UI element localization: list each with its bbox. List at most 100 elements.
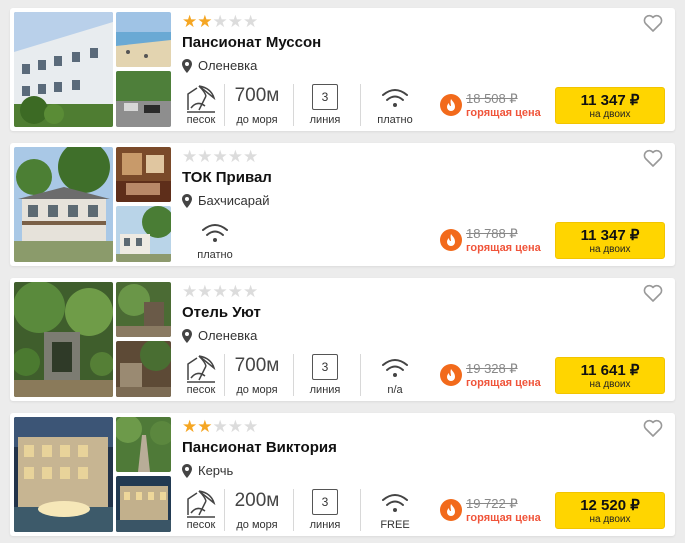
- star-icon: ★: [182, 147, 198, 166]
- distance-value: 200м: [234, 490, 280, 511]
- hotel-name[interactable]: Отель Уют: [182, 304, 261, 321]
- hotel-thumb-photo[interactable]: [116, 206, 171, 262]
- wifi-icon: [382, 359, 408, 377]
- hotel-thumb-photo[interactable]: [116, 71, 171, 127]
- price-button[interactable]: 12 520 ₽ на двоих: [555, 492, 665, 529]
- distance-caption: до моря: [236, 384, 278, 396]
- star-icon: ★: [227, 282, 243, 301]
- star-icon: ★: [197, 417, 213, 436]
- hotel-name[interactable]: Пансионат Муссон: [182, 34, 321, 51]
- location-pin-icon: [182, 463, 192, 478]
- star-icon: ★: [182, 12, 198, 31]
- star-icon: ★: [227, 12, 243, 31]
- line-number: 3: [312, 84, 338, 110]
- price-subtitle: на двоих: [589, 109, 631, 120]
- star-icon: ★: [197, 282, 213, 301]
- price-value: 12 520 ₽: [580, 497, 640, 514]
- price-value: 11 641 ₽: [580, 362, 640, 379]
- star-icon: ★: [243, 12, 259, 31]
- beach-type: песок: [182, 84, 220, 128]
- hotel-thumb-photo[interactable]: [116, 476, 171, 532]
- wifi-info: n/a: [370, 354, 420, 398]
- hotel-card[interactable]: ★ ★ ★ ★ ★ Пансионат Виктория Керчь песок…: [10, 413, 675, 536]
- wifi-label: платно: [197, 249, 233, 261]
- line-caption: линия: [309, 519, 341, 531]
- divider: [360, 354, 361, 396]
- wifi-info: FREE: [370, 489, 420, 533]
- heart-icon[interactable]: [643, 14, 663, 32]
- divider: [224, 84, 225, 126]
- line-number: 3: [312, 489, 338, 515]
- location-label: Оленевка: [198, 328, 258, 343]
- beach-type: песок: [182, 354, 220, 398]
- heart-icon[interactable]: [643, 419, 663, 437]
- distance-to-sea: 700м до моря: [230, 354, 284, 398]
- line-caption: линия: [309, 384, 341, 396]
- star-icon: ★: [243, 417, 259, 436]
- hotel-card[interactable]: ★ ★ ★ ★ ★ Пансионат Муссон Оленевка песо…: [10, 8, 675, 131]
- line-number: 3: [312, 354, 338, 380]
- beach-line: 3 линия: [302, 84, 348, 128]
- fire-icon: [440, 94, 462, 116]
- price-button[interactable]: 11 347 ₽ на двоих: [555, 87, 665, 124]
- divider: [224, 489, 225, 531]
- hotel-thumb-photo[interactable]: [116, 417, 171, 472]
- fire-icon: [440, 499, 462, 521]
- distance-value: 700м: [234, 355, 280, 376]
- hotel-main-photo[interactable]: [14, 417, 113, 532]
- wifi-icon: [202, 224, 228, 242]
- divider: [360, 489, 361, 531]
- wifi-label: n/a: [387, 384, 403, 396]
- hotel-thumb-photo[interactable]: [116, 12, 171, 67]
- beach-umbrella-icon: [187, 85, 216, 113]
- hot-price-label: горящая цена: [466, 242, 541, 254]
- location-label: Оленевка: [198, 58, 258, 73]
- star-icon: ★: [243, 282, 259, 301]
- star-rating: ★ ★ ★ ★ ★: [182, 418, 258, 435]
- beach-line: 3 линия: [302, 489, 348, 533]
- hotel-card[interactable]: ★ ★ ★ ★ ★ ТОК Привал Бахчисарай платно 1…: [10, 143, 675, 266]
- beach-type: песок: [182, 489, 220, 533]
- star-icon: ★: [227, 417, 243, 436]
- hot-price-label: горящая цена: [466, 377, 541, 389]
- distance-value: 700м: [234, 85, 280, 106]
- hotel-main-photo[interactable]: [14, 282, 113, 397]
- fire-icon: [440, 229, 462, 251]
- hotel-main-photo[interactable]: [14, 12, 113, 127]
- old-price: 19 722 ₽: [466, 496, 518, 511]
- hotel-thumb-photo[interactable]: [116, 147, 171, 202]
- hot-price-label: горящая цена: [466, 512, 541, 524]
- price-button[interactable]: 11 347 ₽ на двоих: [555, 222, 665, 259]
- hotel-thumb-photo[interactable]: [116, 341, 171, 397]
- hotel-main-photo[interactable]: [14, 147, 113, 262]
- hotel-thumb-photo[interactable]: [116, 282, 171, 337]
- hotel-name[interactable]: Пансионат Виктория: [182, 439, 337, 456]
- fire-icon: [440, 364, 462, 386]
- price-button[interactable]: 11 641 ₽ на двоих: [555, 357, 665, 394]
- price-subtitle: на двоих: [589, 379, 631, 390]
- hot-price-label: горящая цена: [466, 107, 541, 119]
- star-icon: ★: [182, 282, 198, 301]
- distance-caption: до моря: [236, 114, 278, 126]
- old-price: 19 328 ₽: [466, 361, 518, 376]
- distance-to-sea: 200м до моря: [230, 489, 284, 533]
- divider: [360, 84, 361, 126]
- wifi-icon: [382, 89, 408, 107]
- beach-label: песок: [186, 114, 216, 126]
- hotel-name[interactable]: ТОК Привал: [182, 169, 272, 186]
- heart-icon[interactable]: [643, 149, 663, 167]
- hotel-location: Оленевка: [182, 58, 257, 73]
- old-price: 18 788 ₽: [466, 226, 518, 241]
- hotel-card[interactable]: ★ ★ ★ ★ ★ Отель Уют Оленевка песок 700м …: [10, 278, 675, 401]
- hotel-location: Керчь: [182, 463, 233, 478]
- price-value: 11 347 ₽: [580, 92, 640, 109]
- line-caption: линия: [309, 114, 341, 126]
- beach-label: песок: [186, 519, 216, 531]
- heart-icon[interactable]: [643, 284, 663, 302]
- location-pin-icon: [182, 58, 192, 73]
- distance-to-sea: 700м до моря: [230, 84, 284, 128]
- star-icon: ★: [227, 147, 243, 166]
- wifi-label: FREE: [380, 519, 410, 531]
- wifi-icon: [382, 494, 408, 512]
- divider: [293, 354, 294, 396]
